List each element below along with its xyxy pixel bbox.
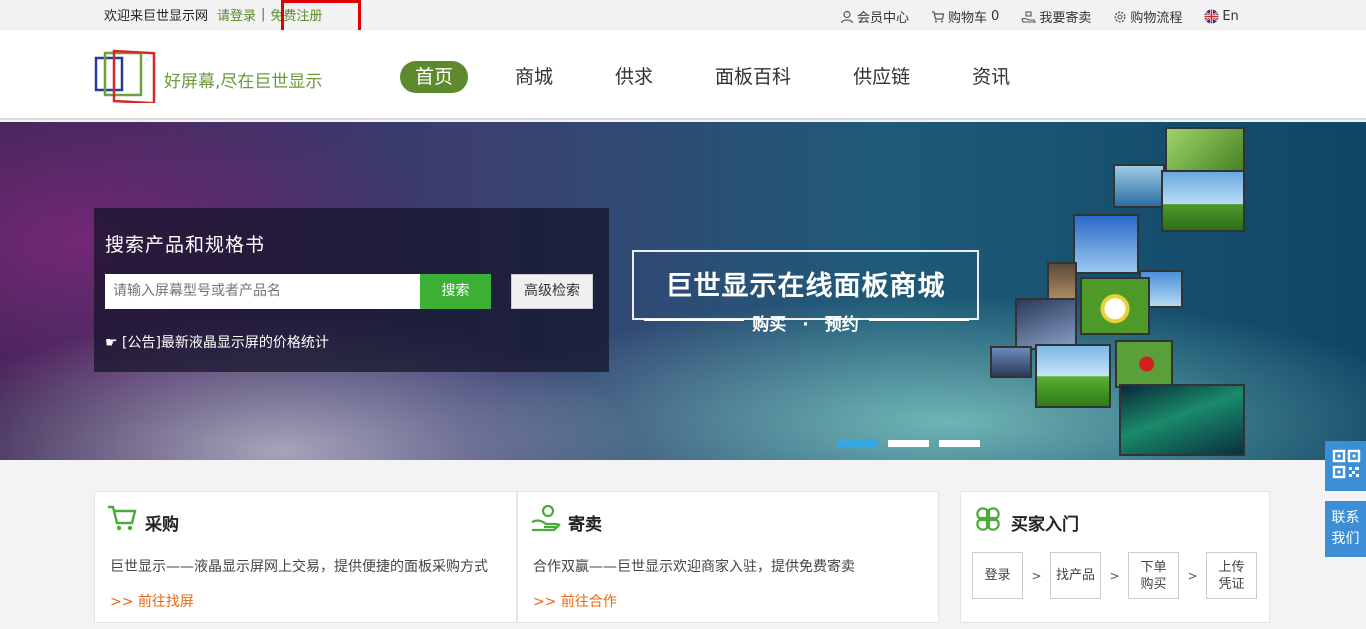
cart-count: 0	[991, 9, 1000, 24]
cart-icon	[932, 10, 945, 22]
purchase-card: 采购 巨世显示——液晶显示屏网上交易，提供便捷的面板采购方式 >> 前往找屏	[94, 491, 517, 623]
qr-code-button[interactable]	[1325, 441, 1366, 491]
announcement-link[interactable]: ☛ [公告]最新液晶显示屏的价格统计	[105, 332, 329, 352]
hand-box-icon	[531, 504, 561, 532]
uk-flag-icon	[1204, 9, 1219, 24]
top-bar-right: 会员中心 购物车 0 我要寄卖 购物流程 En	[840, 7, 1239, 26]
cart-link[interactable]: 购物车 0	[931, 7, 999, 26]
slide-dot-1[interactable]	[837, 440, 878, 447]
step-arrow: >	[1109, 568, 1120, 583]
nav-news[interactable]: 资讯	[957, 61, 1025, 93]
nav-mall[interactable]: 商城	[500, 61, 568, 93]
step-find-product[interactable]: 找产品	[1050, 552, 1101, 599]
search-button[interactable]: 搜索	[420, 274, 491, 309]
find-screen-link[interactable]: >> 前往找屏	[110, 591, 194, 611]
search-panel: 搜索产品和规格书 搜索 高级检索 ☛ [公告]最新液晶显示屏的价格统计	[94, 208, 609, 372]
welcome-text: 欢迎来巨世显示网	[104, 9, 209, 24]
consign-link[interactable]: 我要寄卖	[1021, 7, 1091, 26]
top-bar: 欢迎来巨世显示网 请登录 | 免费注册 会员中心 购物车 0 我要寄卖 购物流程…	[0, 0, 1366, 30]
login-link[interactable]: 请登录	[217, 5, 256, 24]
gear-icon	[1114, 11, 1126, 22]
screen-stones	[1015, 298, 1077, 350]
slide-dot-2[interactable]	[888, 440, 929, 447]
contact-us-button[interactable]: 联系我们	[1325, 501, 1366, 557]
slide-dot-3[interactable]	[939, 440, 980, 447]
promo-sub-buy: 购买	[752, 315, 787, 335]
promo-subline: 购买 · 预约	[634, 310, 977, 335]
search-title: 搜索产品和规格书	[105, 234, 266, 256]
buyer-guide-card: 买家入门 登录 > 找产品 > 下单购买 > 上传凭证	[960, 491, 1270, 623]
cooperate-link[interactable]: >> 前往合作	[533, 591, 617, 611]
language-label: En	[1222, 9, 1239, 24]
nav-supply-demand[interactable]: 供求	[600, 61, 668, 93]
slide-indicators	[837, 440, 990, 447]
screen-grass	[1035, 344, 1111, 408]
step-login[interactable]: 登录	[972, 552, 1023, 599]
nav-supply-chain[interactable]: 供应链	[838, 61, 925, 93]
site-header: 好屏幕,尽在巨世显示 首页 商城 供求 面板百科 供应链 资讯	[0, 30, 1366, 120]
promo-sub-reserve: 预约	[824, 315, 859, 335]
screen-water	[1113, 164, 1165, 208]
cart-label: 购物车	[948, 11, 988, 26]
clover-icon	[976, 507, 1000, 531]
screen-daisy	[1080, 277, 1150, 335]
screen-windmill	[1073, 214, 1139, 274]
member-center-label: 会员中心	[857, 11, 910, 26]
consign-desc: 合作双赢——巨世显示欢迎商家入驻，提供免费寄卖	[533, 559, 855, 575]
purchase-title: 采购	[145, 515, 179, 535]
process-label: 购物流程	[1130, 11, 1183, 26]
main-nav: 首页 商城 供求 面板百科 供应链 资讯	[400, 61, 1057, 93]
screen-ladybug	[1115, 340, 1173, 388]
consign-card: 寄卖 合作双赢——巨世显示欢迎商家入驻，提供免费寄卖 >> 前往合作	[517, 491, 939, 623]
hand-box-icon	[1021, 10, 1037, 23]
step-place-order[interactable]: 下单购买	[1128, 552, 1179, 599]
cart-icon	[108, 505, 137, 531]
register-highlight-box	[281, 0, 361, 34]
top-separator: |	[261, 7, 266, 22]
language-switch[interactable]: En	[1204, 9, 1239, 24]
promo-headline: 巨世显示在线面板商城	[665, 271, 946, 302]
user-icon	[840, 10, 854, 23]
buyer-guide-title: 买家入门	[1011, 515, 1079, 535]
screen-lake	[990, 346, 1032, 378]
screen-aurora	[1119, 384, 1245, 456]
promo-headline-box: 巨世显示在线面板商城 购买 · 预约	[632, 250, 979, 335]
step-upload-proof[interactable]: 上传凭证	[1206, 552, 1257, 599]
screen-field	[1161, 170, 1245, 232]
search-input[interactable]	[105, 274, 420, 309]
process-link[interactable]: 购物流程	[1113, 7, 1182, 26]
advanced-search-button[interactable]: 高级检索	[511, 274, 593, 309]
nav-home[interactable]: 首页	[400, 61, 469, 93]
step-arrow: >	[1187, 568, 1198, 583]
qr-code-icon	[1332, 449, 1361, 479]
site-slogan: 好屏幕,尽在巨世显示	[164, 72, 323, 92]
tv-screens-graphic	[985, 122, 1285, 460]
buyer-steps: 登录 > 找产品 > 下单购买 > 上传凭证	[972, 552, 1257, 599]
promo-sub-dot: ·	[802, 315, 809, 335]
site-logo[interactable]	[94, 49, 158, 103]
hero-banner: 搜索产品和规格书 搜索 高级检索 ☛ [公告]最新液晶显示屏的价格统计 巨世显示…	[0, 122, 1366, 460]
member-center-link[interactable]: 会员中心	[840, 7, 909, 26]
purchase-desc: 巨世显示——液晶显示屏网上交易，提供便捷的面板采购方式	[110, 559, 488, 575]
consign-title: 寄卖	[568, 515, 602, 535]
nav-panel-wiki[interactable]: 面板百科	[700, 61, 806, 93]
step-arrow: >	[1031, 568, 1042, 583]
consign-label: 我要寄卖	[1039, 11, 1092, 26]
